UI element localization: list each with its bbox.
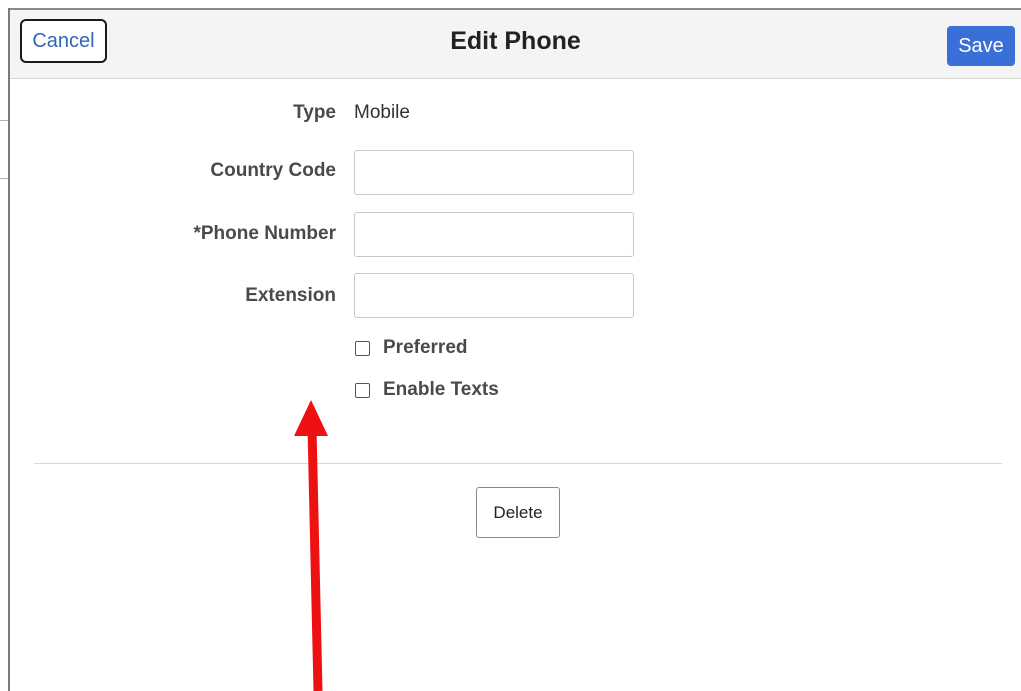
up-arrow-annotation-icon [294, 400, 328, 691]
annotation-arrow-shaft [307, 427, 323, 691]
annotation-arrow-head [294, 400, 328, 436]
